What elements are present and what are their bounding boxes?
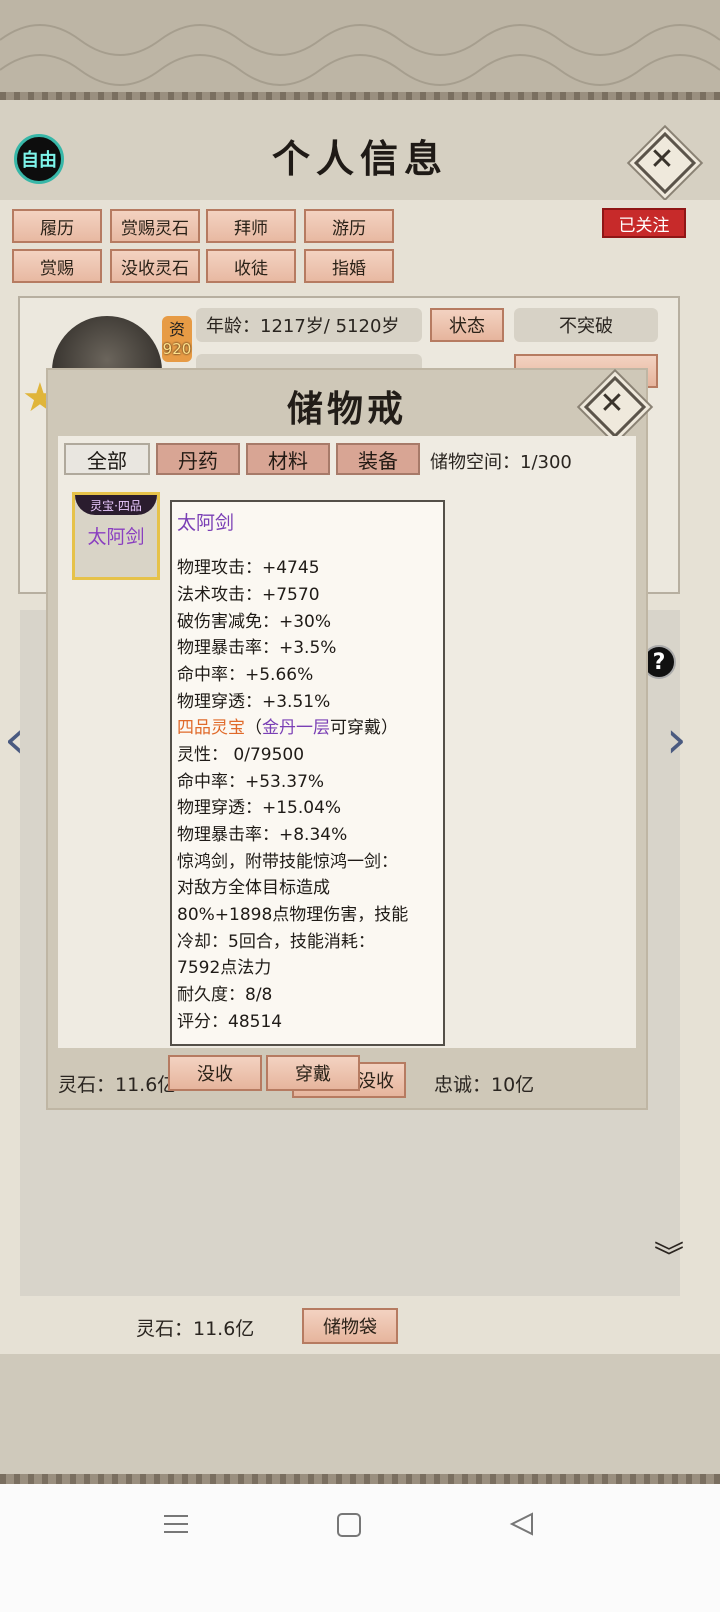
page-title: 个人信息 [271,136,448,181]
breakthrough-label: 不突破 [559,316,613,337]
req-realm: 金丹一层 [262,718,330,738]
req-open: （ [245,718,262,738]
extra-line: 对敌方全体目标造成 [177,878,330,898]
system-nav-bar [0,1484,720,1612]
stat-line: 命中率：+5.66% [177,665,314,685]
extra-line: 7592点法力 [177,958,272,978]
modal-confiscate-label: 没收 [358,1071,394,1092]
stat-line: 破伤害减免：+30% [177,612,332,632]
tag-history-button[interactable]: 履历 [12,209,102,243]
storage-bag-button[interactable]: 储物袋 [302,1308,398,1344]
tag-take-disciple-button[interactable]: 收徒 [206,249,296,283]
extra-line: 冷却：5回合，技能消耗： [177,932,375,952]
stat-line: 法术攻击：+7570 [177,585,320,605]
extra-line: 惊鸿剑，附带技能惊鸿一剑： [177,852,398,872]
grade-text: 四品灵宝 [177,718,245,738]
loyalty-text: 忠诚：10亿 [434,1074,535,1096]
item-name: 太阿剑 [87,526,145,548]
req-close: 可穿戴） [330,718,398,738]
modal-spirit-stone: 灵石：11.6亿 [58,1074,177,1096]
close-icon: ✕ [649,142,675,177]
stat-line: 物理暴击率：+3.5% [177,638,337,658]
extra-line: 命中率：+53.37% [177,772,325,792]
tab-all[interactable]: 全部 [64,443,150,475]
close-button[interactable]: ✕ [633,131,697,195]
tag-reward-button[interactable]: 赏赐 [12,249,102,283]
followed-badge[interactable]: 已关注 [602,208,686,238]
tag-reward-stone-button[interactable]: 赏赐灵石 [110,209,200,243]
aptitude-value: 920 [162,340,192,358]
close-icon: ✕ [599,386,625,421]
tooltip-title: 太阿剑 [177,512,235,534]
extra-line: 物理穿透：+15.04% [177,798,342,818]
extra-line: 物理暴击率：+8.34% [177,825,348,845]
stat-line: 物理穿透：+3.51% [177,692,331,712]
extra-line: 80%+1898点物理伤害，技能 [177,905,409,925]
capacity-text: 储物空间：1/300 [430,452,572,473]
footer-spirit-stone: 灵石：11.6亿 [136,1318,255,1340]
extra-line: 评分：48514 [177,1012,283,1032]
arrow-right-icon[interactable]: › [666,710,687,770]
wave-pattern [0,24,720,86]
tab-pills[interactable]: 丹药 [156,443,240,475]
stat-line: 物理攻击：+4745 [177,558,320,578]
equip-button[interactable]: 穿戴 [266,1055,360,1091]
status-button[interactable]: 状态 [430,308,504,342]
tag-travel-button[interactable]: 游历 [304,209,394,243]
age-field: 年龄：1217岁/ 5120岁 [196,308,422,342]
modal-title: 储物戒 [286,388,407,430]
grade-badge: 灵宝·四品 [75,495,157,515]
aptitude-badge: 资 920 [162,316,192,362]
tab-materials[interactable]: 材料 [246,443,330,475]
aptitude-char: 资 [168,320,185,339]
grade-line: 四品灵宝（金丹一层可穿戴） [177,713,398,738]
arrow-left-icon[interactable]: ‹ [4,710,25,770]
tag-marriage-button[interactable]: 指婚 [304,249,394,283]
tag-confiscate-stone-button[interactable]: 没收灵石 [110,249,200,283]
bottom-edge [0,1474,720,1484]
menu-icon[interactable] [162,1510,190,1538]
breakthrough-select[interactable]: 不突破 [514,308,658,342]
age-text: 年龄：1217岁/ 5120岁 [206,316,400,337]
modal-close-button[interactable]: ✕ [583,375,647,439]
confiscate-button[interactable]: 没收 [168,1055,262,1091]
extra-line: 耐久度：8/8 [177,985,273,1005]
tag-apprentice-button[interactable]: 拜师 [206,209,296,243]
tab-equipment[interactable]: 装备 [336,443,420,475]
chevron-double-down-icon[interactable]: ︾ [654,1243,684,1273]
extra-line: 灵性： 0/79500 [177,745,305,765]
home-icon[interactable] [336,1512,362,1538]
back-icon[interactable] [508,1510,536,1538]
